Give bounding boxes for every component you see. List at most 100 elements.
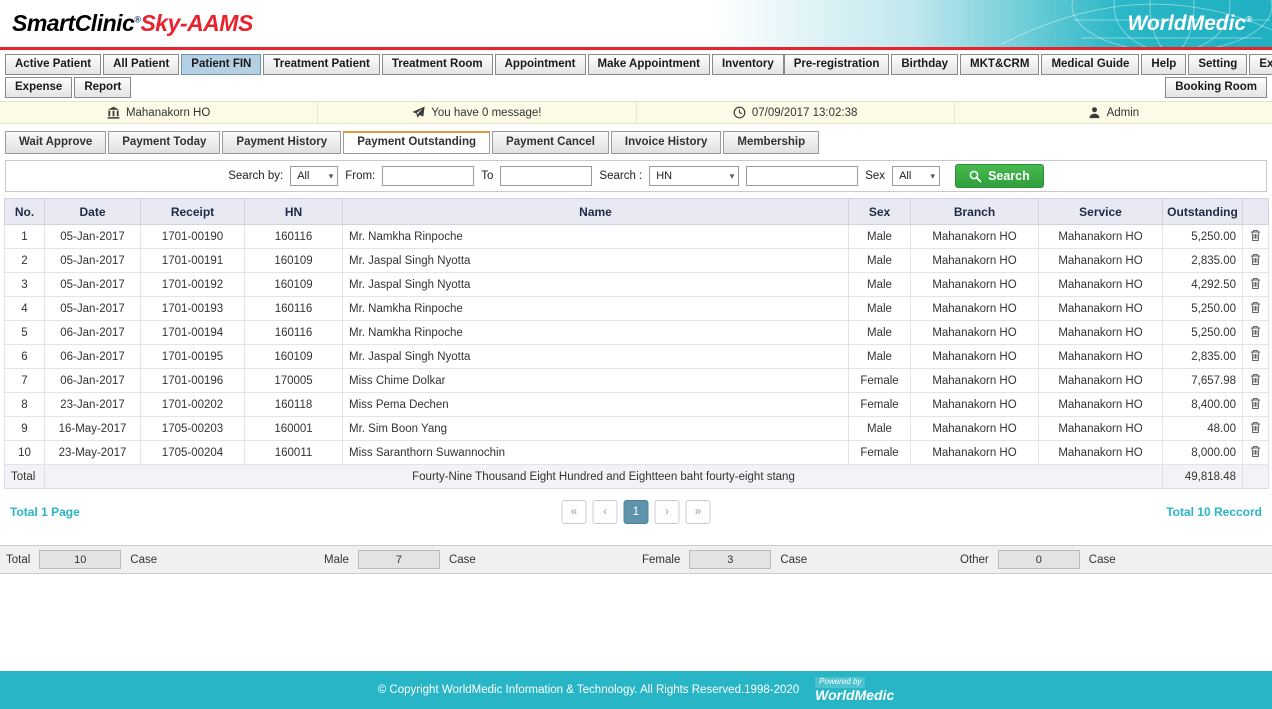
from-date-input[interactable] xyxy=(382,166,474,186)
delete-row-button[interactable] xyxy=(1243,441,1269,465)
tab-expense[interactable]: Expense xyxy=(5,77,72,98)
outstanding-table-wrap: No. Date Receipt HN Name Sex Branch Serv… xyxy=(4,198,1268,489)
summary-total-suffix: Case xyxy=(130,554,157,566)
subtab-payment-cancel[interactable]: Payment Cancel xyxy=(492,131,609,154)
delete-row-button[interactable] xyxy=(1243,249,1269,273)
delete-row-button[interactable] xyxy=(1243,225,1269,249)
cell-branch: Mahanakorn HO xyxy=(911,225,1039,249)
col-no: No. xyxy=(5,199,45,225)
tab-pre-registration[interactable]: Pre-registration xyxy=(784,54,890,75)
tab-appointment[interactable]: Appointment xyxy=(495,54,586,75)
tab-all-patient[interactable]: All Patient xyxy=(103,54,179,75)
search-field-select[interactable]: HN ▾ xyxy=(649,166,739,186)
page-last-button[interactable]: » xyxy=(686,500,711,524)
paper-plane-icon xyxy=(412,106,425,119)
delete-row-button[interactable] xyxy=(1243,273,1269,297)
search-icon xyxy=(969,170,982,183)
cell-outstanding: 7,657.98 xyxy=(1163,369,1243,393)
table-row: 606-Jan-20171701-00195160109Mr. Jaspal S… xyxy=(5,345,1269,369)
cell-service: Mahanakorn HO xyxy=(1039,321,1163,345)
summary-group-female: Female3Case xyxy=(636,550,954,569)
table-row: 1023-May-20171705-00204160011Miss Sarant… xyxy=(5,441,1269,465)
tab-treatment-patient[interactable]: Treatment Patient xyxy=(263,54,380,75)
subtab-payment-history[interactable]: Payment History xyxy=(222,131,341,154)
pagination-row: Total 1 Page «‹1›» Total 10 Reccord xyxy=(0,497,1272,539)
page-1-button[interactable]: 1 xyxy=(624,500,649,524)
tab-patient-fin[interactable]: Patient FIN xyxy=(181,54,261,75)
summary-other-label: Other xyxy=(960,554,989,566)
tab-birthday[interactable]: Birthday xyxy=(891,54,958,75)
cell-service: Mahanakorn HO xyxy=(1039,249,1163,273)
tab-inventory[interactable]: Inventory xyxy=(712,54,784,75)
page-next-button[interactable]: › xyxy=(655,500,680,524)
tab-mkt-crm[interactable]: MKT&CRM xyxy=(960,54,1039,75)
cell-sex: Male xyxy=(849,321,911,345)
search-button-label: Search xyxy=(988,169,1030,183)
total-label: Total xyxy=(5,465,45,489)
datetime-indicator: 07/09/2017 13:02:38 xyxy=(637,102,955,123)
subtab-payment-today[interactable]: Payment Today xyxy=(108,131,220,154)
search-button[interactable]: Search xyxy=(955,164,1044,188)
tab-report[interactable]: Report xyxy=(74,77,131,98)
message-text: You have 0 message! xyxy=(431,107,541,119)
status-info-bar: Mahanakorn HO You have 0 message! 07/09/… xyxy=(0,101,1272,124)
trash-icon xyxy=(1250,325,1261,338)
tab-treatment-room[interactable]: Treatment Room xyxy=(382,54,493,75)
tab-make-appointment[interactable]: Make Appointment xyxy=(588,54,710,75)
subtab-membership[interactable]: Membership xyxy=(723,131,819,154)
cell-sex: Male xyxy=(849,297,911,321)
cell-date: 06-Jan-2017 xyxy=(45,321,141,345)
cell-outstanding: 5,250.00 xyxy=(1163,297,1243,321)
total-records-text: Total 10 Reccord xyxy=(1166,505,1262,519)
total-in-words: Fourty-Nine Thousand Eight Hundred and E… xyxy=(45,465,1163,489)
search-panel: Search by: All▾ From: To Search : HN▾ Se… xyxy=(5,160,1267,192)
tab-booking-room[interactable]: Booking Room xyxy=(1165,77,1267,98)
to-date-input[interactable] xyxy=(500,166,592,186)
cell-service: Mahanakorn HO xyxy=(1039,297,1163,321)
delete-row-button[interactable] xyxy=(1243,345,1269,369)
cell-outstanding: 8,400.00 xyxy=(1163,393,1243,417)
tab-help[interactable]: Help xyxy=(1141,54,1186,75)
trash-icon xyxy=(1250,397,1261,410)
tab-medical-guide[interactable]: Medical Guide xyxy=(1041,54,1139,75)
summary-group-total: Total10Case xyxy=(0,550,318,569)
search-keyword-input[interactable] xyxy=(746,166,858,186)
cell-sex: Male xyxy=(849,417,911,441)
delete-row-button[interactable] xyxy=(1243,297,1269,321)
cell-name: Mr. Namkha Rinpoche xyxy=(343,297,849,321)
datetime-text: 07/09/2017 13:02:38 xyxy=(752,107,858,119)
cell-name: Mr. Jaspal Singh Nyotta xyxy=(343,273,849,297)
sex-value: All xyxy=(899,170,911,182)
subtab-payment-outstanding[interactable]: Payment Outstanding xyxy=(343,131,490,154)
col-service: Service xyxy=(1039,199,1163,225)
page-prev-button[interactable]: ‹ xyxy=(593,500,618,524)
sex-select[interactable]: All▾ xyxy=(892,166,940,186)
cell-date: 05-Jan-2017 xyxy=(45,297,141,321)
user-indicator[interactable]: Admin xyxy=(955,102,1272,123)
case-summary-bar: Total10CaseMale7CaseFemale3CaseOther0Cas… xyxy=(0,545,1272,574)
delete-row-button[interactable] xyxy=(1243,393,1269,417)
user-icon xyxy=(1088,106,1101,119)
page-first-button[interactable]: « xyxy=(562,500,587,524)
table-total-row: Total Fourty-Nine Thousand Eight Hundred… xyxy=(5,465,1269,489)
cell-date: 05-Jan-2017 xyxy=(45,273,141,297)
trash-icon xyxy=(1250,301,1261,314)
cell-name: Mr. Sim Boon Yang xyxy=(343,417,849,441)
delete-row-button[interactable] xyxy=(1243,417,1269,441)
search-field-value: HN xyxy=(656,170,672,182)
delete-row-button[interactable] xyxy=(1243,369,1269,393)
subtab-invoice-history[interactable]: Invoice History xyxy=(611,131,721,154)
brand-text: WorldMedic xyxy=(1127,12,1246,35)
subtab-wait-approve[interactable]: Wait Approve xyxy=(5,131,106,154)
cell-name: Mr. Jaspal Singh Nyotta xyxy=(343,345,849,369)
search-by-select[interactable]: All▾ xyxy=(290,166,338,186)
table-header-row: No. Date Receipt HN Name Sex Branch Serv… xyxy=(5,199,1269,225)
delete-row-button[interactable] xyxy=(1243,321,1269,345)
trash-icon xyxy=(1250,277,1261,290)
cell-receipt: 1701-00196 xyxy=(141,369,245,393)
tab-setting[interactable]: Setting xyxy=(1188,54,1247,75)
message-indicator[interactable]: You have 0 message! xyxy=(318,102,636,123)
chevron-down-icon: ▾ xyxy=(730,171,735,182)
tab-active-patient[interactable]: Active Patient xyxy=(5,54,101,75)
tab-exit[interactable]: Exit xyxy=(1249,54,1272,75)
